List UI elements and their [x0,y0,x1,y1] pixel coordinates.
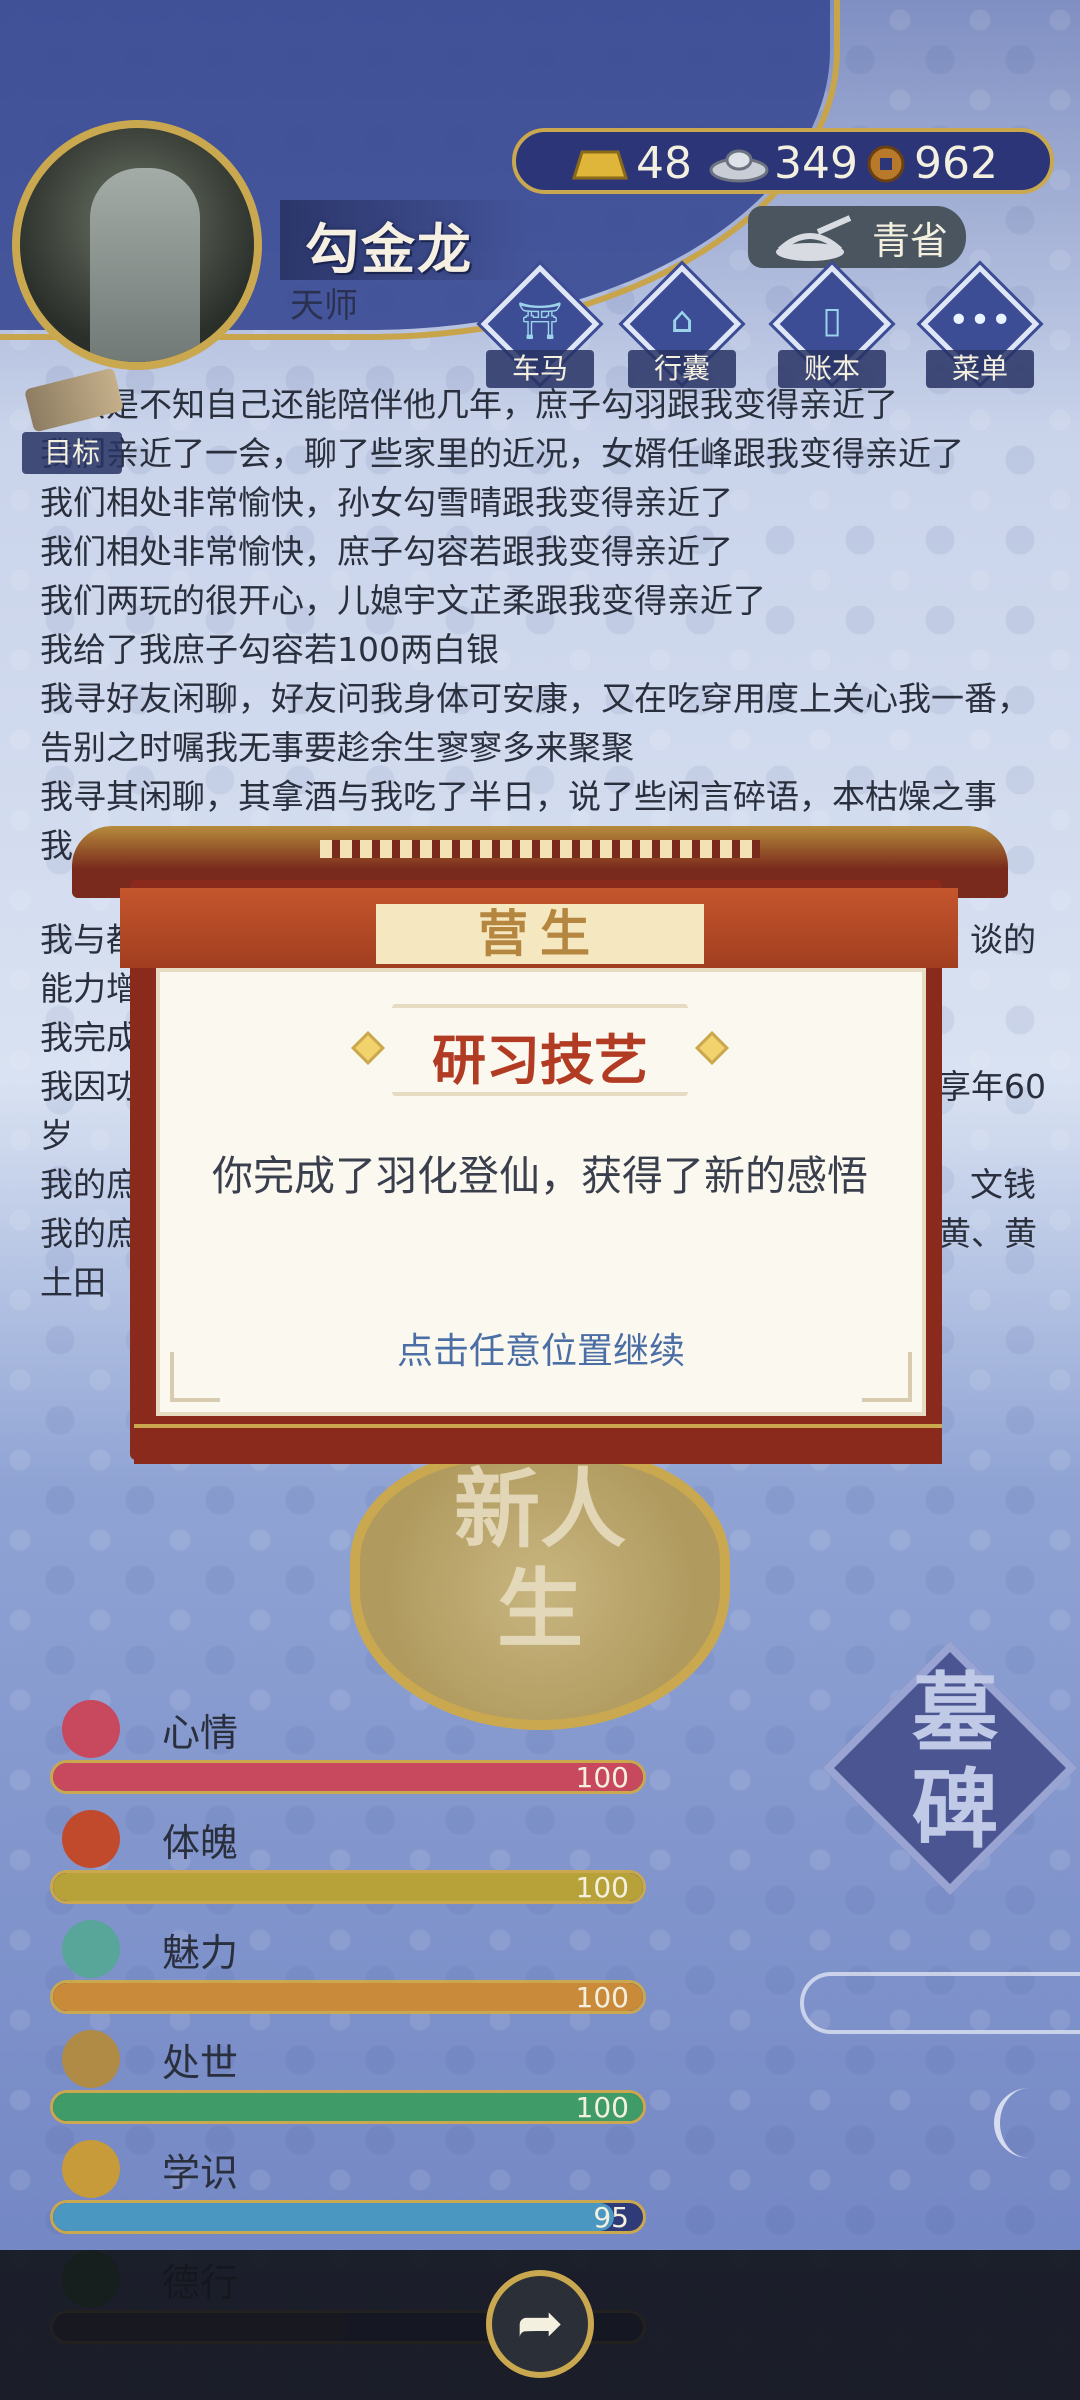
modal-base [134,1424,942,1464]
modal-header: 营生 [376,904,704,964]
modal-roof-trim [320,840,760,858]
continue-prompt[interactable]: 点击任意位置继续 [156,1322,926,1374]
share-button[interactable]: ➦ [486,2270,594,2378]
modal-title: 研习技艺 [432,1029,648,1092]
share-icon: ➦ [516,2291,564,2356]
modal-message: 你完成了羽化登仙，获得了新的感悟 [212,1152,868,1200]
